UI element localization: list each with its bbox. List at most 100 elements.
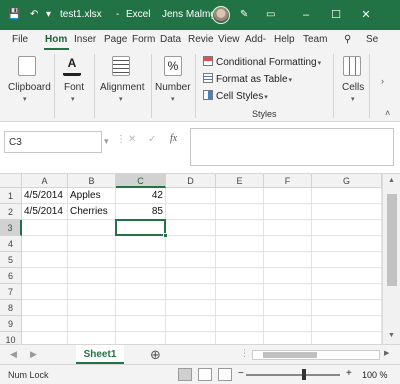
cell-E9[interactable] [216,316,264,332]
tab-help[interactable]: Help [274,34,295,45]
cell-G6[interactable] [312,268,382,284]
cell-F9[interactable] [264,316,312,332]
cell-D10[interactable] [166,332,216,344]
cell-D9[interactable] [166,316,216,332]
vertical-scroll-thumb[interactable] [387,194,397,286]
cell-G9[interactable] [312,316,382,332]
cell-A9[interactable] [22,316,68,332]
cell-F3[interactable] [264,220,312,236]
undo-icon[interactable]: ↶ [30,9,38,20]
zoom-slider-handle[interactable] [302,369,306,380]
cell-C8[interactable] [116,300,166,316]
maximize-button[interactable]: ☐ [322,0,350,30]
cell-D5[interactable] [166,252,216,268]
cell-F10[interactable] [264,332,312,344]
tab-data[interactable]: Data [160,34,181,45]
column-header-A[interactable]: A [22,174,68,188]
zoom-out-button[interactable]: − [238,368,244,379]
cell-E3[interactable] [216,220,264,236]
cell-B6[interactable] [68,268,116,284]
conditional-formatting-button[interactable]: Conditional Formatting▾ [203,56,321,68]
column-header-D[interactable]: D [166,174,216,188]
cell-E5[interactable] [216,252,264,268]
tab-formulas[interactable]: Form [132,34,155,45]
row-header-8[interactable]: 8 [0,300,22,316]
cell-B9[interactable] [68,316,116,332]
page-layout-view-button[interactable] [198,368,212,381]
cell-E1[interactable] [216,188,264,204]
normal-view-button[interactable] [178,368,192,381]
cell-E8[interactable] [216,300,264,316]
column-header-B[interactable]: B [68,174,116,188]
cell-B4[interactable] [68,236,116,252]
tab-file[interactable]: File [12,34,28,45]
row-header-10[interactable]: 10 [0,332,22,344]
format-as-table-button[interactable]: Format as Table▾ [203,73,292,85]
cell-F4[interactable] [264,236,312,252]
tab-page-layout[interactable]: Page [104,34,127,45]
cell-A4[interactable] [22,236,68,252]
cell-B7[interactable] [68,284,116,300]
cell-B3[interactable] [68,220,116,236]
cell-F5[interactable] [264,252,312,268]
row-header-5[interactable]: 5 [0,252,22,268]
cell-A5[interactable] [22,252,68,268]
insert-function-button[interactable]: fx [170,133,177,144]
cell-G10[interactable] [312,332,382,344]
tab-split-icon[interactable]: ⋮ [240,348,249,359]
scroll-up-icon[interactable]: ▲ [388,177,395,184]
row-header-1[interactable]: 1 [0,188,22,204]
column-header-C[interactable]: C [116,174,166,188]
next-sheet-icon[interactable]: ▶ [30,349,37,360]
cell-C4[interactable] [116,236,166,252]
tab-review[interactable]: Revie [188,34,214,45]
cell-C2[interactable]: 85 [116,204,166,220]
cell-D2[interactable] [166,204,216,220]
fill-handle[interactable] [163,233,168,238]
row-header-2[interactable]: 2 [0,204,22,220]
cell-A8[interactable] [22,300,68,316]
cell-A7[interactable] [22,284,68,300]
select-all-corner[interactable] [0,174,22,188]
cancel-entry-button[interactable]: ✕ [128,134,136,145]
cell-D6[interactable] [166,268,216,284]
cell-A3[interactable] [22,220,68,236]
cell-G8[interactable] [312,300,382,316]
zoom-level[interactable]: 100 % [362,370,388,380]
save-icon[interactable]: 💾 [8,9,20,20]
enter-entry-button[interactable]: ✓ [148,134,156,145]
vertical-scrollbar[interactable]: ▲ ▼ [382,174,400,344]
cell-A1[interactable]: 4/5/2014 [22,188,68,204]
cell-B2[interactable]: Cherries [68,204,116,220]
cell-G1[interactable] [312,188,382,204]
cell-C1[interactable]: 42 [116,188,166,204]
tab-insert[interactable]: Inser [74,34,96,45]
row-header-7[interactable]: 7 [0,284,22,300]
cell-F1[interactable] [264,188,312,204]
cell-F2[interactable] [264,204,312,220]
cell-F8[interactable] [264,300,312,316]
cell-G4[interactable] [312,236,382,252]
scroll-down-icon[interactable]: ▼ [388,332,395,339]
cell-A10[interactable] [22,332,68,344]
cell-B8[interactable] [68,300,116,316]
cell-C5[interactable] [116,252,166,268]
add-sheet-button[interactable]: ⊕ [150,347,161,363]
minimize-button[interactable]: – [292,0,320,30]
tab-add-ins[interactable]: Add- [245,34,266,45]
row-header-3[interactable]: 3 [0,220,22,236]
cell-B10[interactable] [68,332,116,344]
cell-G2[interactable] [312,204,382,220]
collapse-ribbon-icon[interactable]: ˄ [385,108,390,118]
tab-view[interactable]: View [218,34,240,45]
cell-E10[interactable] [216,332,264,344]
cell-D4[interactable] [166,236,216,252]
row-header-9[interactable]: 9 [0,316,22,332]
formula-input[interactable] [190,128,394,166]
cell-G7[interactable] [312,284,382,300]
row-header-4[interactable]: 4 [0,236,22,252]
column-header-E[interactable]: E [216,174,264,188]
cell-D8[interactable] [166,300,216,316]
ribbon-display-icon[interactable]: ▭ [266,9,275,20]
horizontal-scroll-thumb[interactable] [263,352,317,358]
